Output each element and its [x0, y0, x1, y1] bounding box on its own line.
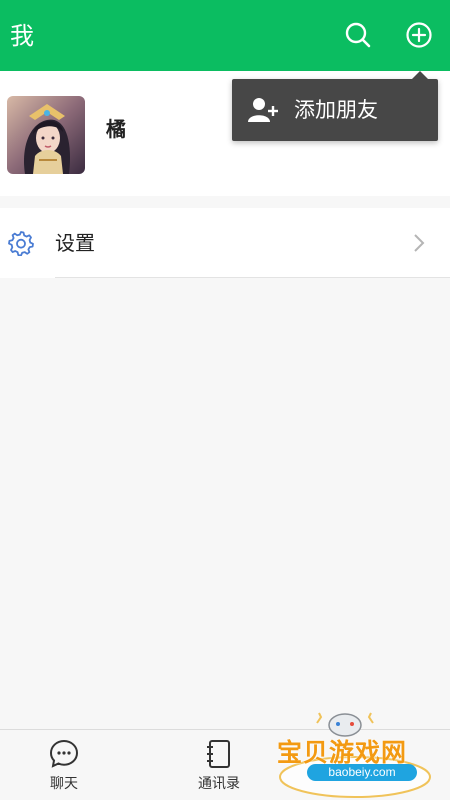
- settings-label: 设置: [55, 231, 95, 255]
- settings-row[interactable]: 设置: [0, 208, 450, 278]
- nickname: 橘: [106, 117, 126, 141]
- add-friend-label: 添加朋友: [294, 98, 378, 122]
- watermark-url: baobeiy.com: [307, 764, 417, 781]
- top-bar: 我: [0, 0, 450, 71]
- avatar[interactable]: [7, 96, 85, 174]
- tab-chats[interactable]: 聊天: [8, 730, 120, 800]
- gear-icon: [8, 230, 34, 257]
- popup-arrow: [412, 71, 428, 79]
- watermark: 宝贝游戏网 baobeiy.com: [275, 705, 450, 800]
- chat-icon: [48, 738, 80, 770]
- tab-contacts[interactable]: 通讯录: [163, 730, 275, 800]
- chevron-right-icon: [412, 232, 426, 254]
- add-friend-menu-item[interactable]: 添加朋友: [232, 71, 438, 141]
- divider: [55, 277, 450, 278]
- tab-chats-label: 聊天: [50, 776, 78, 792]
- add-friend-icon: [248, 96, 280, 124]
- page-title: 我: [10, 22, 34, 50]
- search-icon[interactable]: [343, 20, 373, 50]
- contacts-icon: [203, 738, 235, 770]
- tab-contacts-label: 通讯录: [198, 776, 240, 792]
- add-menu-icon[interactable]: [404, 20, 434, 50]
